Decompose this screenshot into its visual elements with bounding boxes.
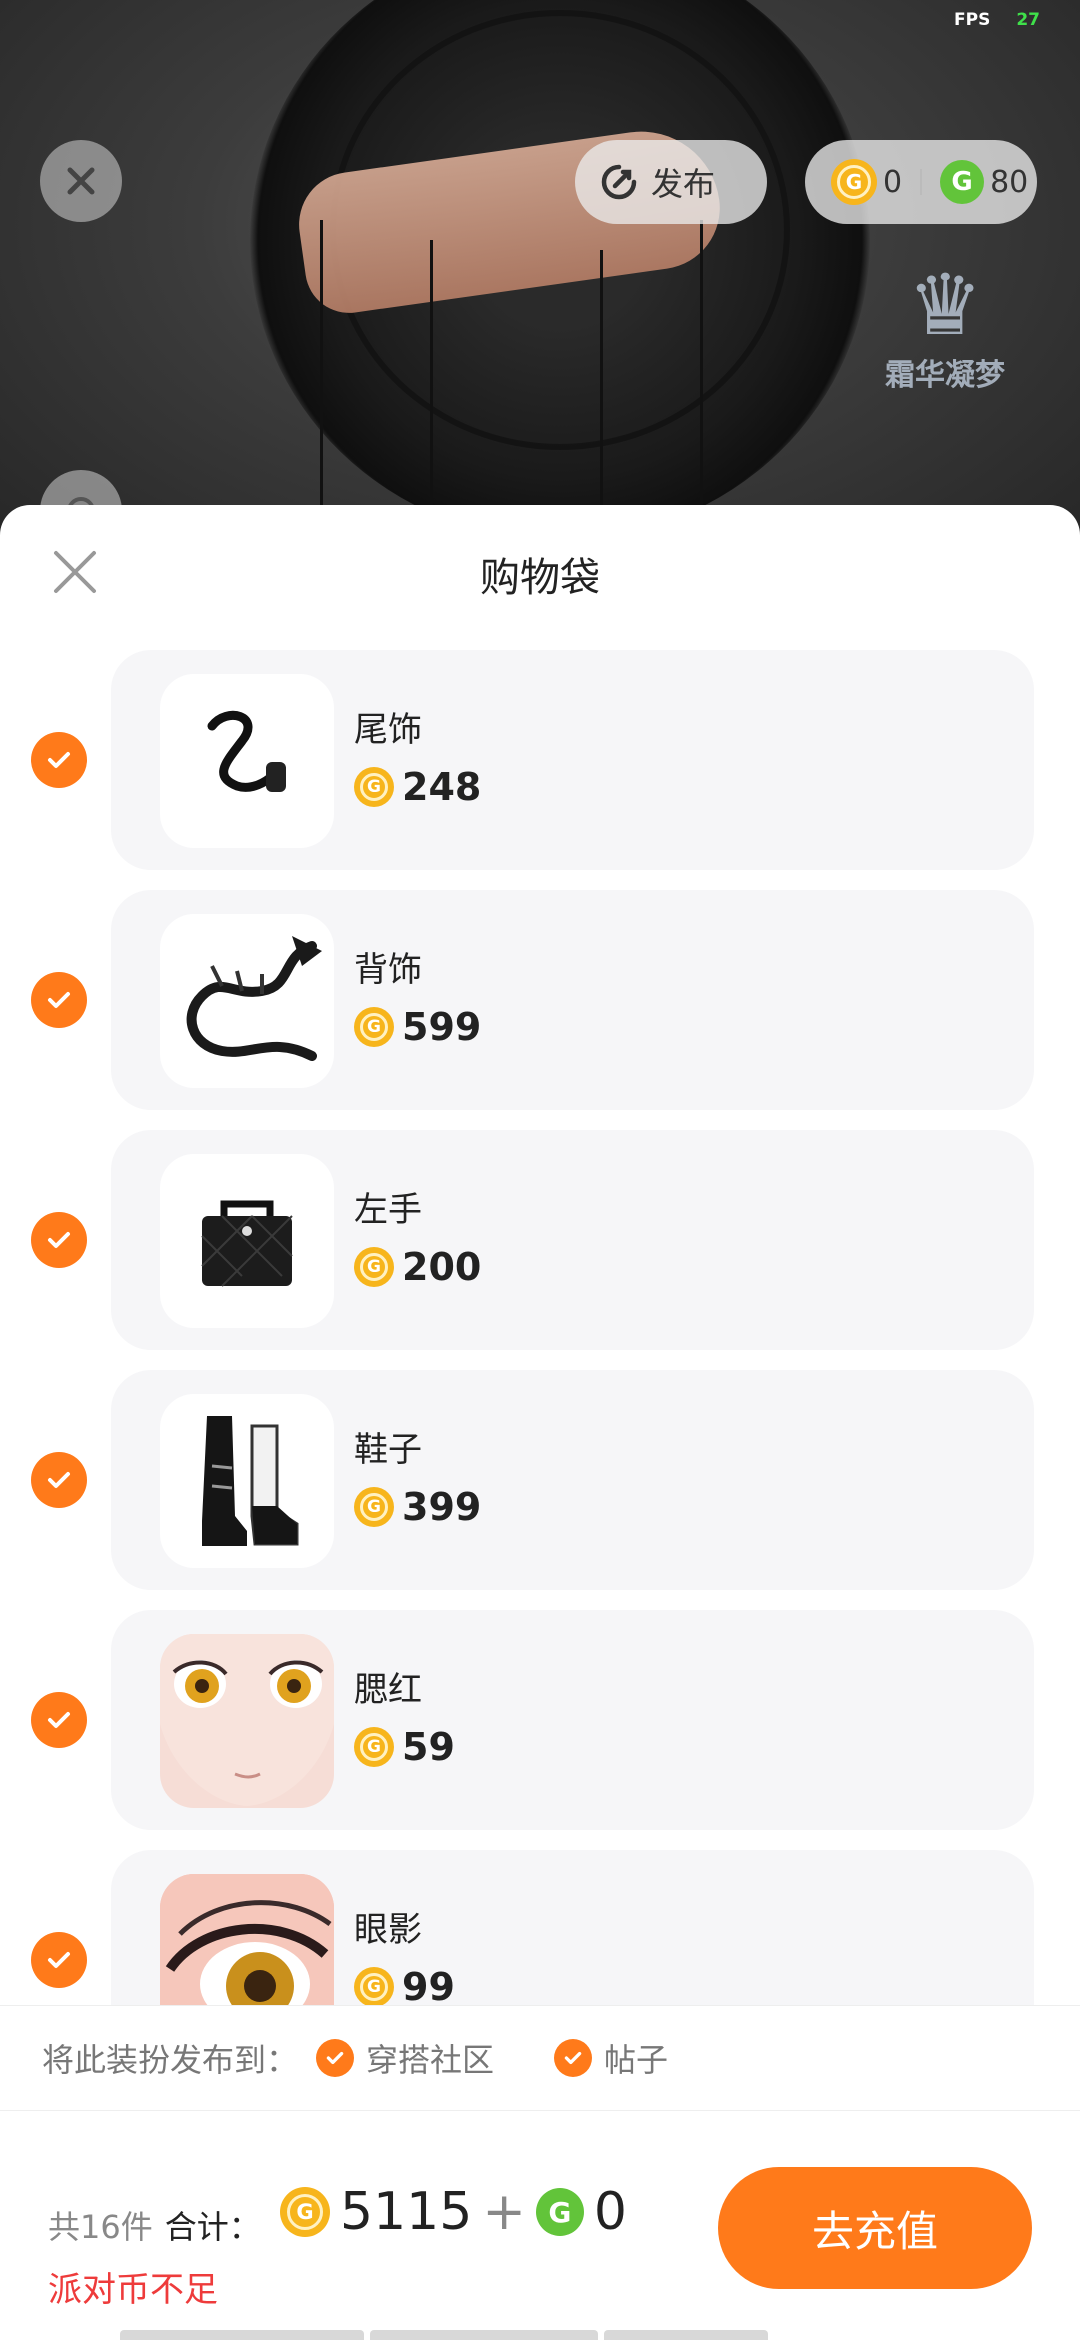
gold-coin-icon: G [354,1967,394,2005]
gold-coin-icon: G [354,767,394,807]
dragon-back-accessory-icon [160,914,334,1088]
green-coin-icon: G [940,160,985,204]
recharge-button[interactable]: 去充值 [718,2167,1032,2289]
avatar-scene: FPS 27 ♛ 霜华凝梦 发布 G 0 G 80 [0,0,1080,560]
handbag-icon [160,1154,334,1328]
face-blush-icon [160,1634,334,1808]
item-name: 眼影 [354,1910,422,1950]
cart-item-row[interactable]: 背饰 G 599 [0,890,1080,1110]
cart-item-card[interactable]: 鞋子 G 399 [111,1370,1034,1590]
gold-coin-icon: G [354,1727,394,1767]
cart-item-card[interactable]: 尾饰 G 248 [111,650,1034,870]
item-price: G 200 [354,1245,481,1289]
watermark-logo: ♛ 霜华凝梦 [885,256,1005,393]
item-checkbox[interactable] [31,1932,87,1988]
gold-coin-icon: G [831,159,877,205]
publish-button[interactable]: 发布 [575,140,767,224]
fps-counter: FPS 27 [954,10,1040,30]
gold-coin-icon: G [354,1487,394,1527]
item-name: 尾饰 [354,710,422,750]
publish-label: 发布 [651,165,716,203]
item-checkbox[interactable] [31,1692,87,1748]
item-name: 左手 [354,1190,422,1230]
item-price: G 248 [354,765,481,809]
sheet-header: 购物袋 [0,505,1080,645]
puppet-string [430,240,433,540]
item-name: 背饰 [354,950,422,990]
item-checkbox[interactable] [31,972,87,1028]
shopping-bag-sheet: 购物袋 尾饰 G 248 背饰 G 599 左手 G 200 鞋子 G 399 … [0,505,1080,2340]
currency-balance[interactable]: G 0 G 80 [805,140,1037,224]
cart-item-card[interactable]: 腮红 G 59 [111,1610,1034,1830]
puppet-string [700,220,703,540]
checkmark-icon [48,1952,70,1968]
checkmark-icon [48,1232,70,1248]
cart-item-card[interactable]: 眼影 G 99 [111,1850,1034,2005]
publish-icon [601,164,637,200]
item-name: 鞋子 [354,1430,422,1470]
cart-item-row[interactable]: 左手 G 200 [0,1130,1080,1350]
close-scene-button[interactable] [40,140,122,222]
item-checkbox[interactable] [31,1452,87,1508]
item-price: G 599 [354,1005,481,1049]
close-icon [67,167,95,195]
item-price: G 399 [354,1485,481,1529]
cart-item-row[interactable]: 腮红 G 59 [0,1610,1080,1830]
tail-accessory-icon [160,674,334,848]
balance-divider [920,169,923,195]
cart-item-card[interactable]: 背饰 G 599 [111,890,1034,1110]
item-checkbox[interactable] [31,732,87,788]
checkmark-icon [48,752,70,768]
eye-shadow-icon [160,1874,334,2005]
cart-item-row[interactable]: 尾饰 G 248 [0,650,1080,870]
item-price: G 59 [354,1725,455,1769]
cart-item-list[interactable]: 尾饰 G 248 背饰 G 599 左手 G 200 鞋子 G 399 腮红 G… [0,650,1080,2005]
cart-item-row[interactable]: 鞋子 G 399 [0,1370,1080,1590]
sheet-title: 购物袋 [480,555,600,601]
item-checkbox[interactable] [31,1212,87,1268]
checkmark-icon [48,992,70,1008]
item-name: 腮红 [354,1670,422,1710]
cart-item-card[interactable]: 左手 G 200 [111,1130,1034,1350]
checkmark-icon [48,1472,70,1488]
puppet-string [320,220,323,540]
gold-coin-icon: G [354,1007,394,1047]
item-price: G 99 [354,1965,455,2005]
gold-coin-icon: G [354,1247,394,1287]
checkmark-icon [48,1712,70,1728]
gold-balance: 0 [883,164,903,200]
green-balance: 80 [990,164,1029,200]
puppet-string [600,250,603,540]
cart-item-row[interactable]: 眼影 G 99 [0,1850,1080,2005]
boots-icon [160,1394,334,1568]
